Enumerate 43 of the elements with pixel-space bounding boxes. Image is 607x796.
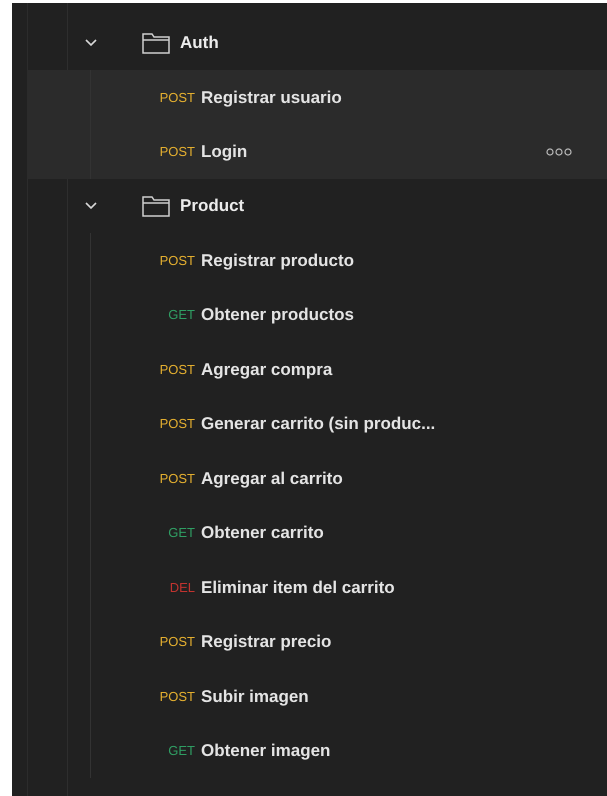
request-item[interactable]: POST Login	[27, 124, 607, 179]
method-label: POST	[158, 415, 195, 433]
request-item[interactable]: POST Agregar compra	[27, 342, 607, 396]
folder-icon	[142, 195, 170, 217]
request-name: Obtener productos	[201, 304, 354, 326]
method-label: POST	[158, 470, 195, 488]
method-label: GET	[167, 742, 195, 760]
request-name: Obtener imagen	[201, 740, 330, 762]
request-item[interactable]: GET Obtener productos	[27, 288, 607, 342]
method-label: POST	[158, 688, 195, 706]
request-name: Registrar precio	[201, 631, 332, 653]
request-name: Subir imagen	[201, 686, 309, 708]
request-item[interactable]: POST Registrar usuario	[27, 70, 607, 124]
method-label: POST	[158, 360, 195, 378]
method-label: DEL	[168, 578, 195, 596]
more-icon[interactable]	[546, 148, 572, 156]
request-item[interactable]: POST Agregar al carrito	[27, 451, 607, 506]
request-name: Generar carrito (sin produc...	[201, 413, 436, 435]
request-name: Agregar compra	[201, 358, 332, 381]
request-item[interactable]: POST Subir imagen	[27, 669, 607, 724]
request-name: Obtener carrito	[201, 522, 324, 544]
request-name: Registrar usuario	[201, 86, 342, 109]
folder-name: Auth	[180, 32, 219, 54]
folder-row[interactable]: Product	[12, 179, 607, 233]
request-item[interactable]: POST Generar carrito (sin produc...	[27, 396, 607, 451]
folder-icon	[142, 32, 170, 54]
method-label: GET	[167, 524, 195, 542]
request-name: Login	[201, 141, 248, 163]
request-item[interactable]: GET Obtener imagen	[27, 724, 607, 778]
request-name: Eliminar item del carrito	[201, 576, 395, 598]
method-label: GET	[167, 306, 195, 324]
request-item[interactable]: POST Registrar precio	[27, 614, 607, 669]
method-label: POST	[158, 252, 195, 270]
method-label: POST	[158, 633, 195, 651]
request-name: Registrar producto	[201, 250, 354, 272]
request-item[interactable]: POST Registrar producto	[27, 233, 607, 288]
folder-row[interactable]: Auth	[12, 16, 607, 70]
request-name: Agregar al carrito	[201, 468, 343, 490]
method-label: POST	[158, 143, 195, 161]
request-item[interactable]: GET Obtener carrito	[27, 506, 607, 560]
method-label: POST	[158, 88, 195, 106]
request-item[interactable]: DEL Eliminar item del carrito	[27, 560, 607, 614]
folder-name: Product	[180, 195, 244, 218]
